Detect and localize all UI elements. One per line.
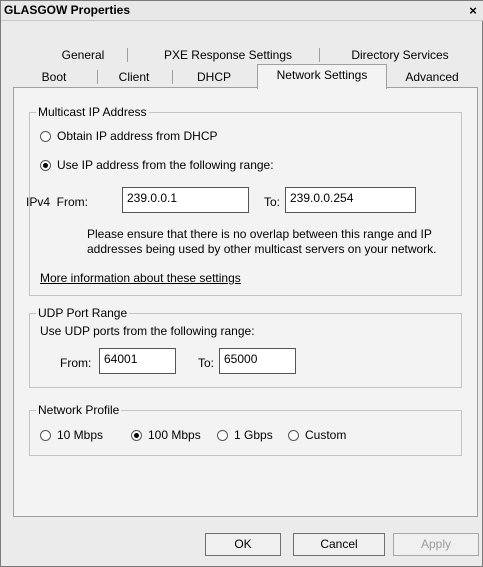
profile-1gbps-radio[interactable]: 1 Gbps (217, 428, 273, 442)
tab-general[interactable]: General (33, 46, 133, 64)
radio-button-icon (40, 429, 51, 441)
udp-port-group: UDP Port Range Use UDP ports from the fo… (29, 306, 462, 388)
tab-dhcp[interactable]: DHCP (175, 68, 253, 86)
radio-button-icon (40, 130, 51, 142)
tab-label: DHCP (196, 70, 231, 84)
tab-separator (172, 70, 173, 84)
tab-label: PXE Response Settings (163, 48, 293, 62)
tab-separator (127, 48, 128, 62)
tab-separator (97, 70, 98, 84)
multicast-from-input[interactable]: 239.0.0.1 (122, 187, 249, 213)
radio-label: 10 Mbps (57, 428, 104, 442)
tab-label: General (61, 48, 105, 62)
ipv4-from-label: IPv4 From: (26, 195, 89, 209)
tab-label: Advanced (405, 70, 459, 84)
radio-label: Custom (305, 428, 347, 442)
title-bar: GLASGOW Properties × (1, 1, 483, 21)
udp-group-title: UDP Port Range (36, 306, 130, 320)
profile-custom-radio[interactable]: Custom (288, 428, 346, 442)
multicast-to-label: To: (264, 195, 281, 209)
network-profile-group: Network Profile 10 Mbps 100 Mbps 1 Gbps … (29, 403, 462, 456)
udp-from-label: From: (60, 356, 92, 370)
tab-pxe-response-settings[interactable]: PXE Response Settings (133, 46, 323, 64)
overlap-warning-text: Please ensure that there is no overlap b… (87, 227, 437, 256)
udp-from-input[interactable]: 64001 (99, 348, 176, 374)
tab-label: Directory Services (351, 48, 449, 62)
apply-button[interactable]: Apply (393, 533, 479, 556)
multicast-group-title: Multicast IP Address (36, 105, 149, 119)
profile-100mbps-radio[interactable]: 100 Mbps (131, 428, 201, 442)
cancel-button[interactable]: Cancel (293, 533, 385, 556)
tab-network-settings[interactable]: Network Settings (257, 64, 387, 89)
multicast-group: Multicast IP Address Obtain IP address f… (26, 105, 462, 296)
window-title: GLASGOW Properties (4, 3, 131, 17)
radio-label: Obtain IP address from DHCP (57, 129, 218, 143)
multicast-to-input[interactable]: 239.0.0.254 (285, 187, 416, 213)
properties-dialog: GLASGOW Properties × General PXE Respons… (0, 0, 483, 567)
tab-directory-services[interactable]: Directory Services (325, 46, 475, 64)
use-range-radio[interactable]: Use IP address from the following range: (40, 158, 274, 172)
network-profile-title: Network Profile (36, 403, 122, 417)
ok-button[interactable]: OK (205, 533, 281, 556)
radio-button-selected-icon (131, 429, 142, 441)
tab-label: Network Settings (276, 68, 368, 82)
radio-button-icon (288, 429, 299, 441)
tab-label: Boot (41, 70, 67, 84)
profile-10mbps-radio[interactable]: 10 Mbps (40, 428, 103, 442)
udp-to-label: To: (198, 356, 215, 370)
radio-label: Use IP address from the following range: (57, 158, 274, 172)
tab-label: Client (118, 70, 150, 84)
network-settings-page: Multicast IP Address Obtain IP address f… (13, 87, 478, 517)
radio-button-selected-icon (40, 159, 51, 171)
tab-advanced[interactable]: Advanced (389, 68, 475, 86)
udp-to-input[interactable]: 65000 (219, 348, 296, 374)
tab-separator (319, 48, 320, 62)
tab-client[interactable]: Client (99, 68, 169, 86)
udp-instruction-text: Use UDP ports from the following range: (40, 324, 255, 338)
radio-label: 100 Mbps (148, 428, 201, 442)
close-icon[interactable]: × (464, 2, 482, 20)
radio-button-icon (217, 429, 228, 441)
more-information-link[interactable]: More information about these settings (40, 271, 241, 285)
radio-label: 1 Gbps (234, 428, 273, 442)
obtain-from-dhcp-radio[interactable]: Obtain IP address from DHCP (40, 129, 218, 143)
tab-boot[interactable]: Boot (15, 68, 93, 86)
